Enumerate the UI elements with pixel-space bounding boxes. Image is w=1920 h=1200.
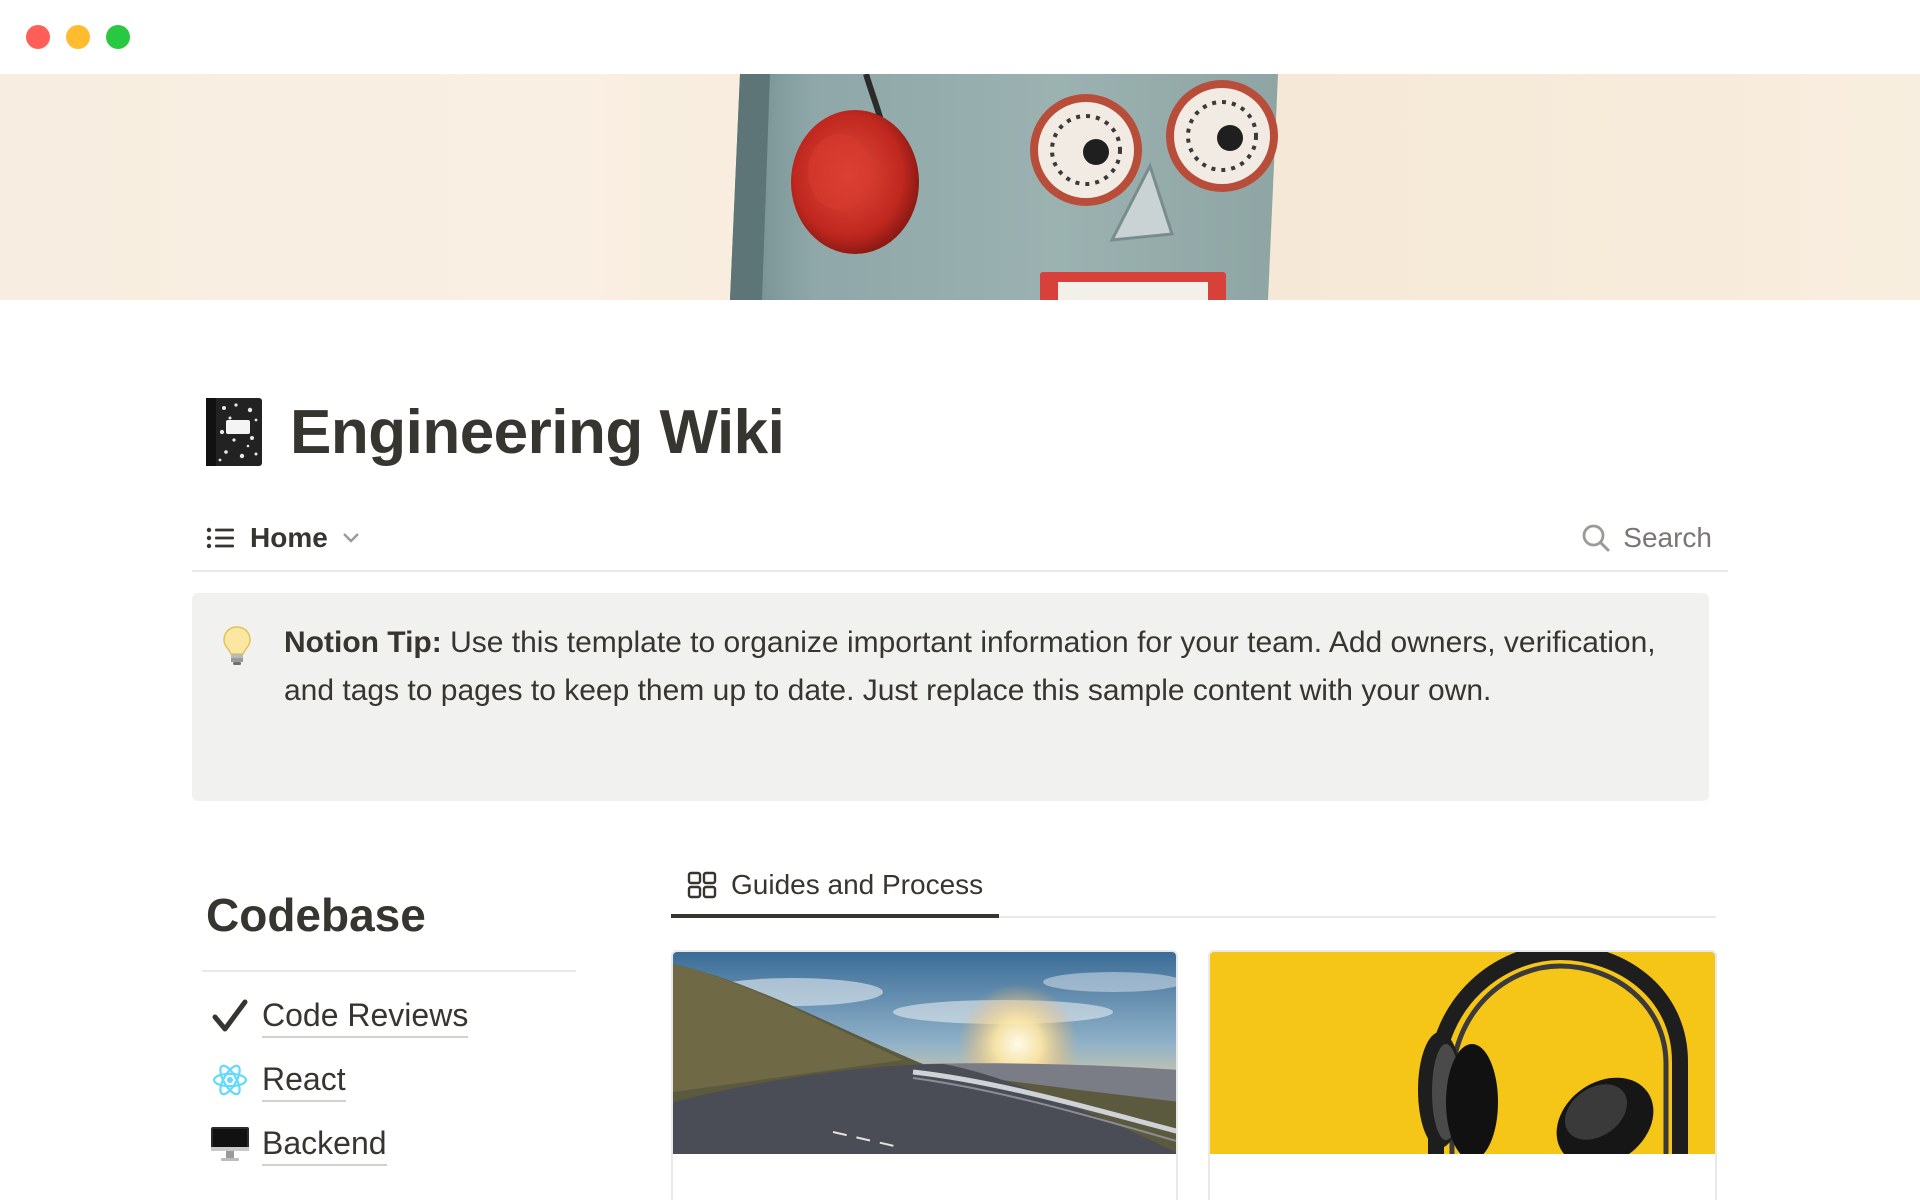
gallery-tabs: Guides and Process: [671, 856, 1716, 918]
close-window-button[interactable]: [26, 25, 50, 49]
divider: [202, 970, 576, 972]
link-react[interactable]: React: [210, 1058, 346, 1102]
search-label: Search: [1623, 522, 1712, 553]
gallery-card[interactable]: [1208, 950, 1717, 1200]
link-code-reviews[interactable]: Code Reviews: [210, 994, 469, 1038]
view-selector-home[interactable]: Home: [206, 516, 360, 560]
search-button[interactable]: Search: [1581, 516, 1712, 560]
notion-tip-callout: Notion Tip: Use this template to organiz…: [192, 593, 1709, 801]
maximize-window-button[interactable]: [106, 25, 130, 49]
view-selector-label: Home: [250, 522, 328, 553]
link-label: React: [262, 1058, 346, 1102]
react-atom-icon: [210, 1060, 250, 1100]
composition-notebook-icon[interactable]: [204, 396, 264, 468]
road-sunset-image: [673, 952, 1176, 1154]
list-view-icon: [206, 527, 234, 549]
headphones-yellow-image: [1210, 952, 1715, 1154]
page-cover-image: [0, 74, 1920, 300]
tab-guides-and-process[interactable]: Guides and Process: [671, 856, 1000, 918]
gallery-grid-icon: [687, 871, 717, 899]
link-label: Code Reviews: [262, 994, 469, 1038]
minimize-window-button[interactable]: [66, 25, 90, 49]
tab-label: Guides and Process: [731, 869, 984, 900]
view-switcher-row: Home Search: [192, 510, 1728, 572]
chevron-down-icon: [342, 533, 359, 543]
link-label: Backend: [262, 1122, 387, 1166]
link-backend[interactable]: Backend: [210, 1122, 387, 1166]
page-title: Engineering Wiki: [290, 398, 785, 467]
search-icon: [1582, 524, 1610, 552]
lightbulb-icon: [223, 626, 251, 665]
callout-bold-prefix: Notion Tip:: [284, 626, 442, 659]
desktop-computer-icon: [210, 1124, 250, 1164]
codebase-heading: Codebase: [206, 889, 426, 941]
checkmark-icon: [210, 996, 250, 1036]
callout-text: Notion Tip: Use this template to organiz…: [284, 619, 1674, 715]
window-titlebar: [0, 0, 1920, 74]
gallery-card[interactable]: [671, 950, 1178, 1200]
callout-body: Use this template to organize important …: [284, 626, 1656, 707]
